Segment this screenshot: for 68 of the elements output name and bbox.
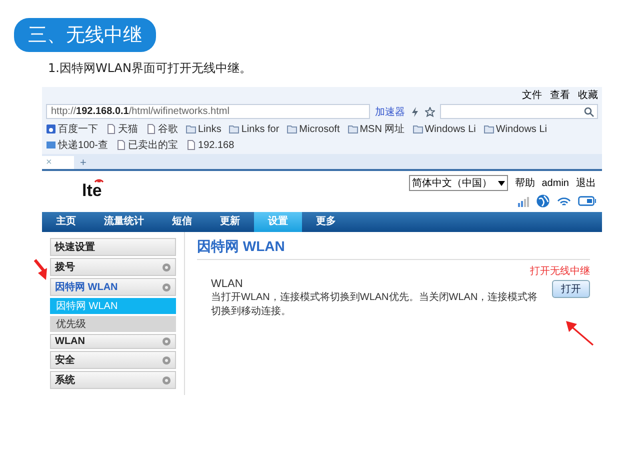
bookmark-link[interactable]: 快递100-查 — [46, 138, 108, 152]
page-icon — [146, 124, 156, 134]
sidebar-item[interactable]: 快速设置 — [50, 238, 176, 256]
bookmark-link[interactable]: Windows Li — [484, 122, 547, 136]
sidebar-item[interactable]: 系统 — [50, 371, 176, 389]
signal-bars-icon — [517, 195, 529, 207]
setting-description: 当打开WLAN，连接模式将切换到WLAN优先。当关闭WLAN，连接模式将切换到移动连接。 — [211, 290, 539, 318]
folder-icon — [186, 124, 196, 134]
folder-icon — [348, 124, 358, 134]
search-icon — [584, 106, 594, 116]
nav-tab[interactable]: 流量统计 — [90, 212, 158, 232]
sidebar-item[interactable]: 安全 — [50, 351, 176, 369]
folder-icon — [412, 124, 423, 134]
username-text: admin — [542, 178, 569, 188]
bookmark-link[interactable]: 谷歌 — [146, 122, 178, 136]
page-title: 因特网 WLAN — [197, 238, 590, 260]
sidebar-label: 系统 — [55, 374, 75, 387]
logout-link[interactable]: 退出 — [576, 176, 596, 190]
bookmark-link[interactable]: 192.168 — [186, 138, 234, 152]
menu-item[interactable]: 收藏 — [578, 88, 598, 102]
lightning-icon — [410, 106, 420, 116]
new-tab-button[interactable]: + — [80, 156, 86, 168]
sidebar-item[interactable]: 因特网 WLAN — [50, 278, 176, 296]
page-icon — [116, 140, 126, 150]
bookmark-link[interactable]: Links for — [229, 122, 280, 136]
dropdown-caret-icon — [498, 180, 505, 186]
nav-tab[interactable]: 短信 — [158, 212, 206, 232]
page-icon — [106, 124, 116, 134]
sidebar-label: WLAN — [55, 336, 85, 347]
address-field[interactable]: http://192.168.0.1/html/wifinetworks.html — [46, 104, 370, 119]
sidebar-item[interactable]: WLAN — [50, 334, 176, 349]
step-text: 1.因特网WLAN界面可打开无线中继。 — [48, 60, 252, 77]
menu-item[interactable]: 查看 — [550, 88, 570, 102]
annotation-arrow-icon — [34, 259, 48, 281]
enable-button[interactable]: 打开 — [552, 280, 590, 298]
bookmark-link[interactable]: Windows Li — [412, 122, 476, 136]
setting-label: WLAN — [211, 278, 244, 290]
page-icon — [186, 140, 196, 150]
battery-icon — [578, 196, 596, 206]
accelerator-button[interactable]: 加速器 — [375, 104, 405, 118]
bookmark-link[interactable]: 天猫 — [106, 122, 138, 136]
language-dropdown[interactable]: 简体中文（中国） — [408, 175, 508, 191]
nav-tab[interactable]: 更新 — [206, 212, 254, 232]
help-link[interactable]: 帮助 — [514, 176, 535, 190]
sidebar-label: 安全 — [55, 353, 75, 367]
sidebar-item[interactable]: 拨号 — [50, 258, 176, 276]
annotation-arrow-icon — [564, 320, 594, 346]
bookmark-link[interactable]: MSN 网址 — [348, 122, 405, 136]
annotation-text: 打开无线中继 — [529, 264, 590, 278]
bookmark-link[interactable]: 已卖出的宝 — [116, 138, 178, 152]
logo-text: lte — [82, 183, 102, 199]
folder-icon — [229, 124, 240, 134]
nav-tab[interactable]: 主页 — [42, 212, 90, 232]
bookmark-link[interactable]: 百度一下 — [46, 122, 98, 136]
folder-icon — [287, 124, 298, 134]
sidebar-label: 拨号 — [55, 260, 75, 274]
bookmark-link[interactable]: Microsoft — [287, 122, 340, 136]
sidebar-subitem[interactable]: 优先级 — [50, 316, 176, 332]
star-icon — [425, 106, 435, 116]
slide-heading: 三、无线中继 — [14, 18, 156, 52]
sidebar-label: 快速设置 — [55, 240, 95, 254]
folder-icon — [484, 124, 494, 134]
nav-tab[interactable]: 更多 — [302, 212, 350, 232]
menu-item[interactable]: 文件 — [522, 88, 542, 102]
globe-icon — [536, 194, 550, 208]
search-field[interactable] — [440, 104, 598, 119]
bookmark-link[interactable]: Links — [186, 122, 222, 136]
sidebar-label: 因特网 WLAN — [55, 280, 118, 294]
